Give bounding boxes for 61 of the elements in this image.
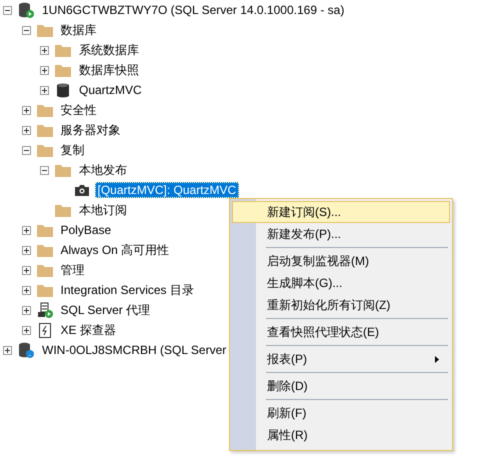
folder-icon [36,264,52,276]
collapse-icon[interactable] [40,166,49,174]
tree-item[interactable]: 复制 [58,142,88,158]
tree-item[interactable]: PolyBase [58,222,114,238]
folder-icon [36,284,52,296]
folder-icon [36,244,52,256]
expand-icon[interactable] [22,226,30,234]
folder-icon [55,44,71,56]
menu-item[interactable]: 重新初始化所有订阅(Z) [232,294,450,316]
tree-item[interactable]: 系统数据库 [76,42,142,58]
expand-icon[interactable] [40,86,49,94]
tree-item[interactable]: QuartzMVC [76,82,145,98]
expand-icon[interactable] [22,286,30,294]
database-icon [57,82,69,98]
server-icon [18,342,34,358]
collapse-icon[interactable] [22,146,30,154]
tree-item[interactable]: XE 探查器 [58,322,119,338]
tree-item[interactable]: 数据库快照 [76,62,142,78]
folder-icon [55,64,71,76]
folder-icon [36,224,52,236]
expand-icon[interactable] [3,346,12,354]
collapse-icon[interactable] [22,26,30,34]
expand-icon[interactable] [22,326,30,334]
menu-item[interactable]: 查看快照代理状态(E) [232,321,450,343]
menu-item[interactable]: 生成脚本(G)... [232,272,450,294]
expand-icon[interactable] [22,266,30,274]
expand-icon[interactable] [40,46,49,54]
tree-item[interactable]: SQL Server 代理 [58,302,154,318]
menu-item[interactable]: 新建发布(P)... [232,223,450,245]
folder-icon [36,24,52,36]
menu-item[interactable]: 报表(P) [232,348,450,370]
tree-item[interactable]: WIN-0OLJ8SMCRBH (SQL Server [39,342,230,358]
menu-item[interactable]: 属性(R) [232,424,450,446]
menu-item[interactable]: 新建订阅(S)... [232,201,450,223]
tree-item[interactable]: Integration Services 目录 [58,282,197,298]
expand-icon[interactable] [22,106,30,114]
folder-icon [36,104,52,116]
tree-item[interactable]: Always On 高可用性 [58,242,172,258]
folder-icon [55,164,71,176]
expand-icon[interactable] [40,66,49,74]
expand-icon[interactable] [22,126,30,134]
folder-icon [55,204,71,216]
tree-item[interactable]: 安全性 [58,102,100,118]
menu-item[interactable]: 启动复制监视器(M) [232,250,450,272]
profiler-icon [38,322,50,338]
agent-icon [36,302,52,318]
tree-item[interactable]: [QuartzMVC]: QuartzMVC [94,182,240,198]
menu-item[interactable]: 删除(D) [232,375,450,397]
collapse-icon[interactable] [3,6,12,14]
menu-item[interactable]: 刷新(F) [232,402,450,424]
tree-item[interactable]: 1UN6GCTWBZTWY7O (SQL Server 14.0.1000.169 - sa) [39,2,348,18]
expand-icon[interactable] [22,246,30,254]
tree-item[interactable]: 本地订阅 [76,202,130,218]
folder-icon [36,124,52,136]
tree-item[interactable]: 数据库 [58,22,100,38]
camera-icon [74,184,88,196]
folder-icon [36,144,52,156]
expand-icon[interactable] [22,306,30,314]
tree-item[interactable]: 服务器对象 [58,122,124,138]
tree-item[interactable]: 本地发布 [76,162,130,178]
tree-item[interactable]: 管理 [58,262,88,278]
